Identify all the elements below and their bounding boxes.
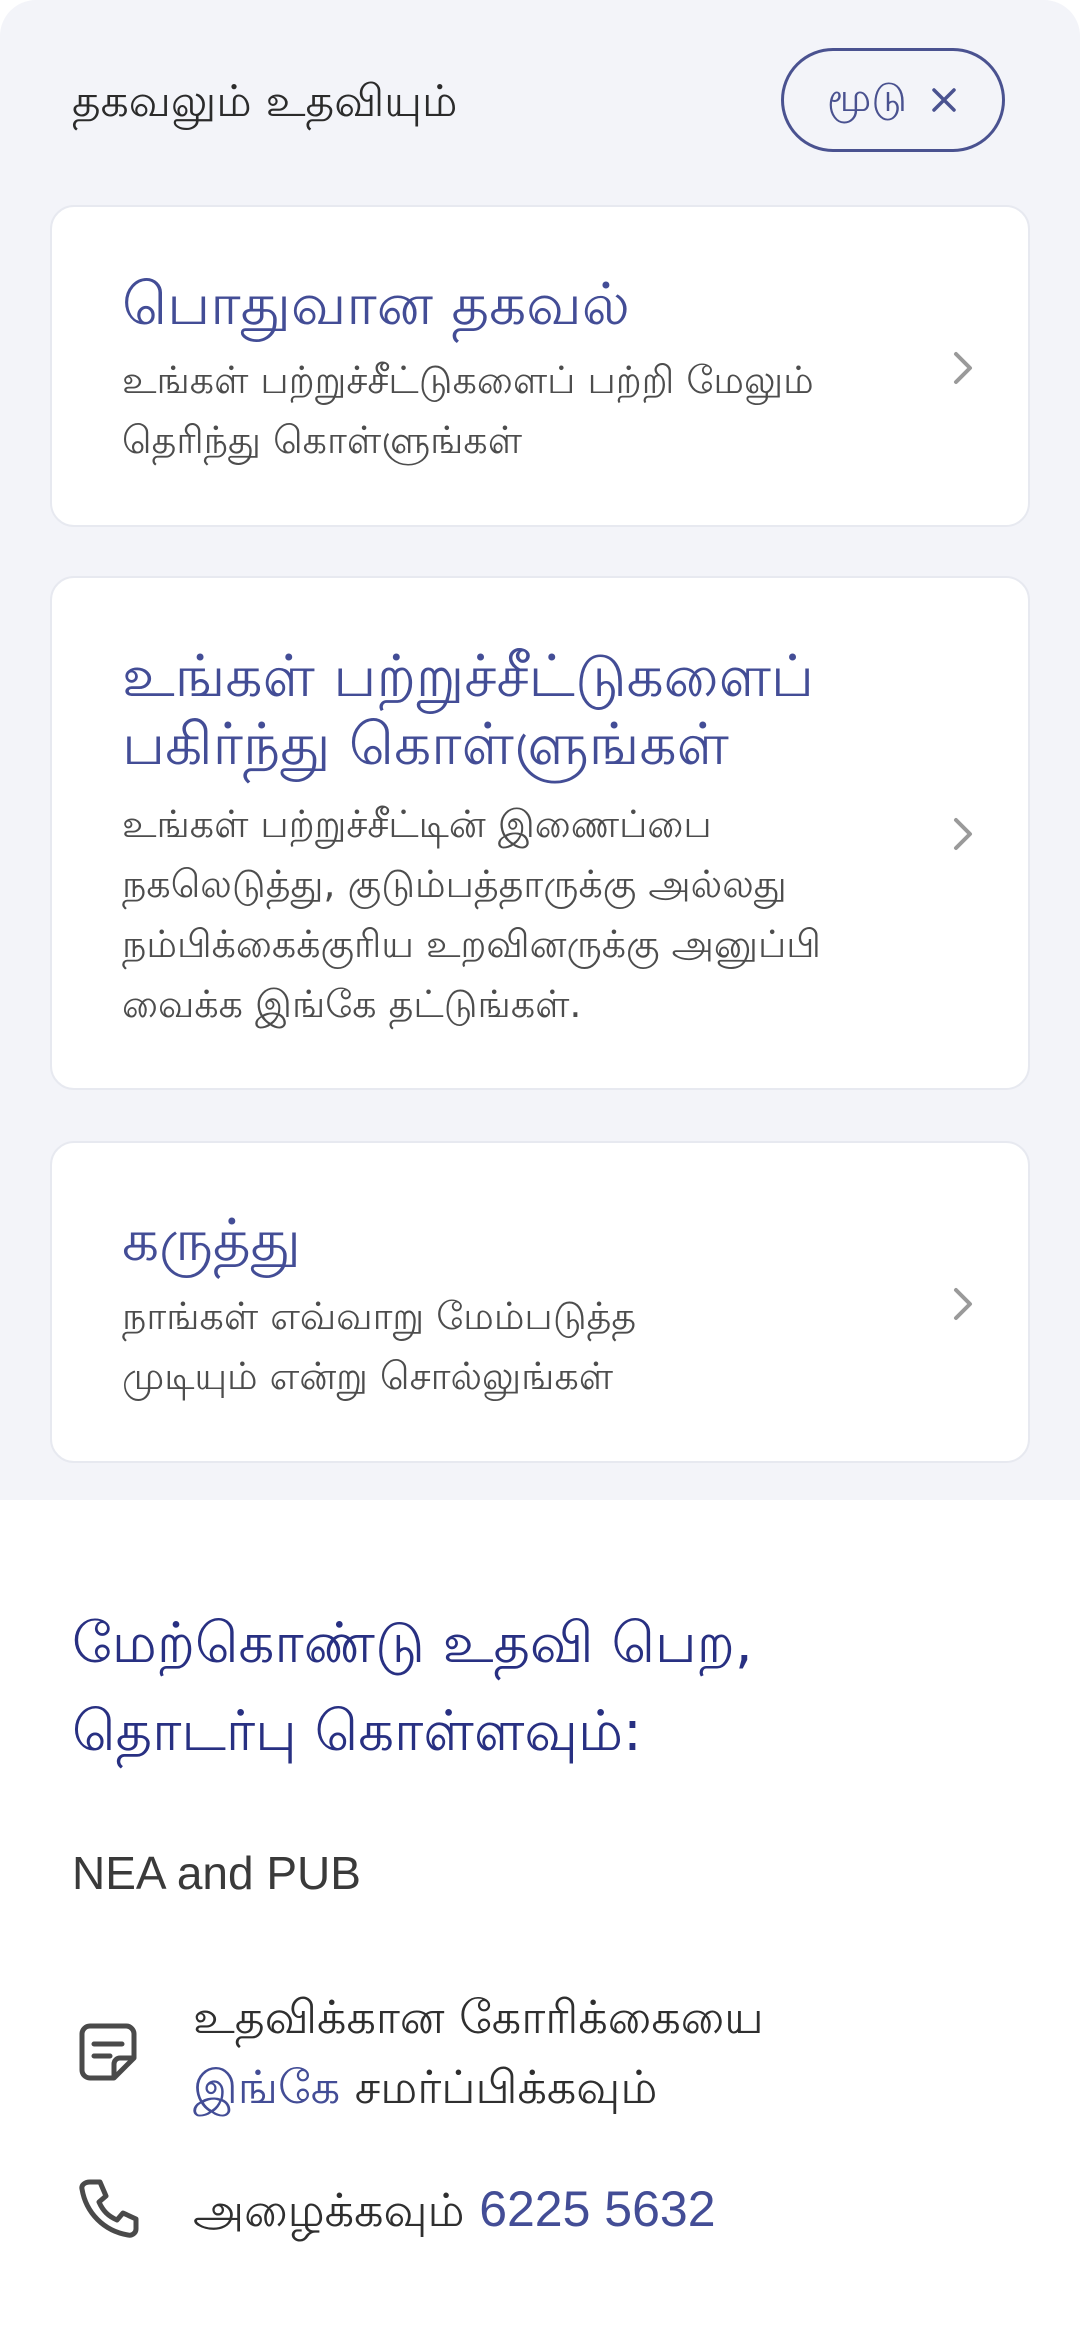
card-title: உங்கள் பற்றுச்சீட்டுகளைப் [122,642,815,710]
card-description-line: நாங்கள் எவ்வாறு மேம்படுத்த [122,1294,637,1338]
phone-icon [79,2179,139,2238]
close-label: மூடு [827,74,907,121]
organization-name: NEA and PUB [72,1847,361,1899]
general-info-card[interactable]: பொதுவான தகவல் உங்கள் பற்றுச்சீட்டுகளைப் … [50,205,1030,527]
card-description-line: நகலெடுத்து, குடும்பத்தாருக்கு அல்லது [122,862,787,906]
page-title: தகவலும் உதவியும் [72,76,458,127]
chevron-right-icon [954,818,972,850]
help-request-text: உதவிக்கான கோரிக்கையை இங்கே சமர்ப்பிக்கவு… [193,1982,764,2122]
call-row: அழைக்கவும் 6225 5632 [193,2174,716,2245]
card-description-line: உங்கள் பற்றுச்சீட்டுகளைப் பற்றி மேலும் [122,358,814,402]
phone-number-link[interactable]: 6225 5632 [479,2181,715,2237]
close-button[interactable]: மூடு [781,48,1005,152]
chevron-right-icon [954,1288,972,1320]
card-description-line: முடியும் என்று சொல்லுங்கள் [122,1354,614,1398]
card-title: பகிர்ந்து கொள்ளுங்கள் [122,710,729,778]
call-label: அழைக்கவும் [193,2183,480,2237]
info-help-panel: தகவலும் உதவியும் மூடு பொதுவான தகவல் உங்க… [0,0,1080,1500]
form-icon [79,2023,137,2081]
card-title: பொதுவான தகவல் [122,270,630,338]
help-request-rest: சமர்ப்பிக்கவும் [340,2060,658,2114]
card-description-line: வைக்க இங்கே தட்டுங்கள். [122,982,582,1026]
help-request-line: உதவிக்கான கோரிக்கையை [193,1990,764,2044]
card-description-line: தெரிந்து கொள்ளுங்கள் [122,418,523,462]
close-icon [932,88,956,112]
feedback-card[interactable]: கருத்து நாங்கள் எவ்வாறு மேம்படுத்த முடிய… [50,1141,1030,1463]
submit-request-link[interactable]: இங்கே [193,2060,340,2114]
help-request-line: இங்கே சமர்ப்பிக்கவும் [193,2052,764,2122]
chevron-right-icon [954,352,972,384]
card-description-line: உங்கள் பற்றுச்சீட்டின் இணைப்பை [122,802,712,846]
card-description-line: நம்பிக்கைக்குரிய உறவினருக்கு அனுப்பி [122,922,821,966]
help-heading: மேற்கொண்டு உதவி பெற, தொடர்பு கொள்ளவும்: [72,1600,753,1776]
help-heading-line: தொடர்பு கொள்ளவும்: [72,1699,642,1764]
help-heading-line: மேற்கொண்டு உதவி பெற, [72,1611,753,1676]
share-vouchers-card[interactable]: உங்கள் பற்றுச்சீட்டுகளைப் பகிர்ந்து கொள்… [50,576,1030,1090]
card-title: கருத்து [122,1206,301,1274]
